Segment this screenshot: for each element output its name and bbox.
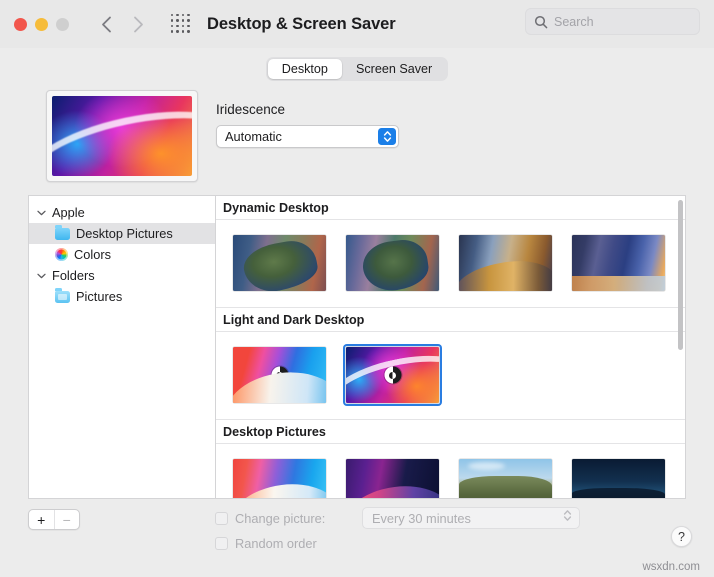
wallpaper-grid[interactable]: Dynamic Desktop Light and Dark Desktop D… [215, 195, 686, 499]
wallpaper-thumb[interactable] [343, 232, 442, 294]
tab-group: Desktop Screen Saver [265, 57, 449, 81]
current-wallpaper-preview [52, 96, 192, 176]
section-header-light-and-dark-desktop: Light and Dark Desktop [216, 308, 685, 332]
traffic-lights [14, 17, 69, 31]
remove-folder-button: − [53, 510, 80, 529]
light-dark-badge-icon [271, 366, 288, 384]
source-sidebar: Apple Desktop Pictures Colors Folders Pi… [28, 195, 215, 499]
iridescence-controls: Iridescence Automatic [216, 90, 399, 195]
wallpaper-thumb[interactable] [569, 232, 668, 294]
wallpaper-thumb[interactable] [456, 456, 555, 498]
add-folder-button[interactable]: + [29, 510, 54, 529]
wallpaper-image [233, 347, 326, 403]
sidebar-item-desktop-pictures[interactable]: Desktop Pictures [29, 223, 215, 244]
random-order-label: Random order [235, 535, 317, 551]
tab-desktop[interactable]: Desktop [267, 59, 342, 79]
page-title: Desktop & Screen Saver [207, 14, 396, 33]
wallpaper-preview-frame [46, 90, 198, 182]
wallpaper-image [459, 459, 552, 498]
vertical-scrollbar[interactable] [678, 200, 683, 350]
wallpaper-name-label: Iridescence [216, 102, 286, 117]
watermark: wsxdn.com [642, 561, 700, 573]
change-picture-row: Change picture: [215, 509, 325, 527]
change-interval-value: Every 30 minutes [372, 510, 471, 526]
zoom-button-disabled [56, 17, 69, 31]
back-button[interactable] [93, 11, 119, 37]
wallpaper-image [233, 459, 326, 498]
search-placeholder: Search [554, 14, 594, 29]
appearance-popup-button[interactable]: Automatic [216, 125, 399, 148]
thumb-row-dynamic-desktop [216, 220, 685, 308]
sidebar-group-label: Folders [52, 268, 95, 283]
rotation-options: Change picture: Random order [215, 509, 325, 552]
search-field[interactable]: Search [525, 8, 700, 35]
change-interval-popup: Every 30 minutes [362, 507, 580, 529]
close-button[interactable] [14, 17, 27, 31]
search-icon [534, 15, 548, 29]
sidebar-item-colors[interactable]: Colors [29, 244, 215, 265]
folder-pictures-icon [55, 288, 70, 303]
folder-icon [55, 225, 70, 240]
random-order-checkbox [215, 536, 228, 550]
browser-body: Apple Desktop Pictures Colors Folders Pi… [0, 195, 714, 499]
wallpaper-image [346, 459, 439, 498]
forward-button[interactable] [125, 11, 151, 37]
wallpaper-thumb[interactable] [343, 456, 442, 498]
navigation-buttons [93, 11, 151, 37]
chevron-down-icon[interactable] [37, 273, 47, 279]
sidebar-item-pictures[interactable]: Pictures [29, 286, 215, 307]
help-button[interactable]: ? [671, 526, 692, 547]
minimize-button[interactable] [35, 17, 48, 31]
sidebar-group-apple[interactable]: Apple [29, 202, 215, 223]
wallpaper-image [572, 235, 665, 291]
section-header-desktop-pictures: Desktop Pictures [216, 420, 685, 444]
change-picture-checkbox [215, 511, 228, 525]
thumb-row-light-and-dark [216, 332, 685, 420]
thumb-row-desktop-pictures [216, 444, 685, 498]
tab-bar: Desktop Screen Saver [0, 48, 714, 90]
sidebar-item-label: Desktop Pictures [76, 226, 173, 241]
sidebar-item-label: Colors [74, 247, 111, 262]
add-remove-folder-buttons: + − [28, 509, 80, 530]
change-picture-label: Change picture: [235, 510, 326, 526]
wallpaper-image [346, 347, 439, 403]
wallpaper-thumb[interactable] [230, 232, 329, 294]
wallpaper-image [459, 235, 552, 291]
tab-screen-saver[interactable]: Screen Saver [342, 59, 446, 79]
sidebar-item-label: Pictures [76, 289, 123, 304]
wallpaper-image [572, 459, 665, 498]
sidebar-group-folders[interactable]: Folders [29, 265, 215, 286]
title-bar: Desktop & Screen Saver Search [0, 0, 714, 48]
wallpaper-thumb[interactable] [569, 456, 668, 498]
show-all-grid-icon[interactable] [171, 14, 191, 34]
sidebar-group-label: Apple [52, 205, 85, 220]
chevron-updown-icon [563, 509, 572, 527]
bottom-bar: + − Change picture: Random order Every 3… [0, 499, 714, 577]
system-preferences-window: Desktop & Screen Saver Search Desktop Sc… [0, 0, 714, 577]
color-wheel-icon [55, 248, 68, 261]
stepper-updown-icon[interactable] [378, 128, 396, 145]
wallpaper-thumb[interactable] [230, 456, 329, 498]
random-order-row: Random order [215, 534, 325, 552]
section-header-dynamic-desktop: Dynamic Desktop [216, 196, 685, 220]
chevron-down-icon[interactable] [37, 210, 47, 216]
preview-section: Iridescence Automatic [0, 90, 714, 195]
wallpaper-image [346, 235, 439, 291]
light-dark-badge-icon [384, 366, 401, 384]
wallpaper-thumb[interactable] [456, 232, 555, 294]
wallpaper-thumb-selected[interactable] [343, 344, 442, 406]
wallpaper-image [233, 235, 326, 291]
wallpaper-thumb[interactable] [230, 344, 329, 406]
appearance-popup-value: Automatic [225, 129, 282, 144]
